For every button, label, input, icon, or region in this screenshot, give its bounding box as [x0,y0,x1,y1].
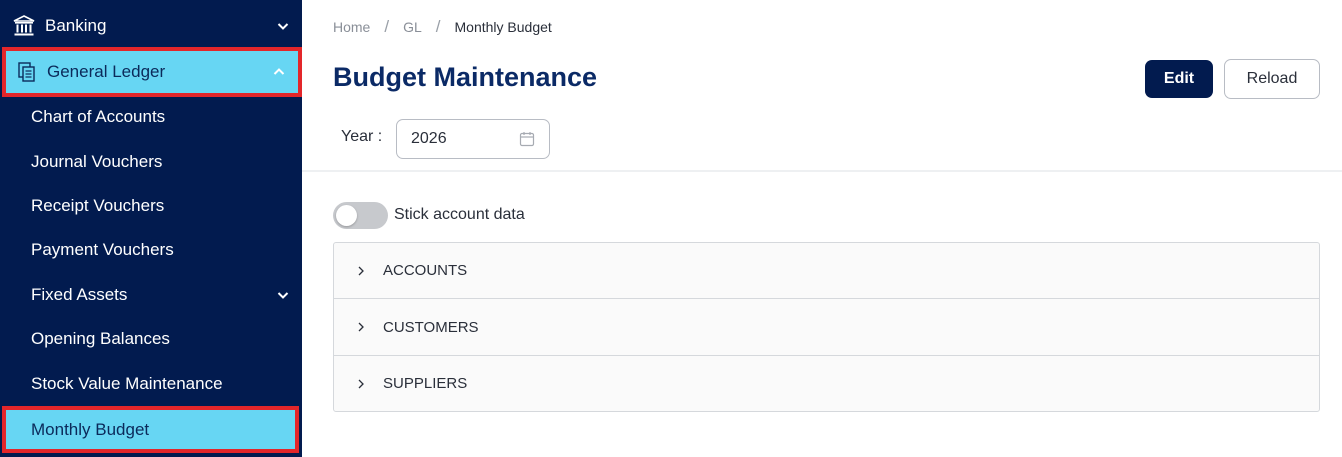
sidebar-item-label: Banking [45,16,107,35]
sidebar-item-label: Stock Value Maintenance [31,374,223,393]
stick-account-data-toggle[interactable] [333,202,388,229]
accordion-item-label: SUPPLIERS [383,375,468,392]
breadcrumb: Home / GL / Monthly Budget [333,17,552,37]
sidebar-item-fixed-assets[interactable]: Fixed Assets [0,273,302,317]
sidebar-item-label: Receipt Vouchers [31,196,165,215]
accordion: ACCOUNTS CUSTOMERS SUPPLIERS [333,242,1320,412]
sidebar-item-label: Fixed Assets [31,285,128,304]
page-title: Budget Maintenance [333,62,598,92]
year-value: 2026 [411,130,447,147]
chevron-down-icon[interactable] [276,19,290,33]
chevron-right-icon [358,379,364,388]
sidebar-item-label: Monthly Budget [31,419,150,439]
sidebar-item-general-ledger[interactable]: General Ledger [2,47,302,97]
sidebar-item-opening-balances[interactable]: Opening Balances [0,317,302,361]
chevron-right-icon [358,266,364,275]
chevron-right-icon [358,322,364,332]
sidebar-item-receipt-vouchers[interactable]: Receipt Vouchers [0,184,302,228]
ledger-icon [18,62,35,82]
accordion-item-label: CUSTOMERS [383,318,479,336]
sidebar-item-stock-value-maintenance[interactable]: Stock Value Maintenance [0,362,302,406]
accordion-item-label: ACCOUNTS [383,262,468,279]
sidebar-item-label: General Ledger [47,62,166,81]
sidebar-item-label: Journal Vouchers [31,152,163,171]
sidebar-item-label: Payment Vouchers [31,240,174,259]
toggle-knob [336,205,357,226]
breadcrumb-separator: / [384,17,390,36]
breadcrumb-current: Monthly Budget [454,19,552,35]
calendar-icon[interactable] [519,131,535,147]
accordion-item-accounts[interactable]: ACCOUNTS [334,243,1319,299]
accordion-item-suppliers[interactable]: SUPPLIERS [334,356,1319,411]
year-label: Year : [341,128,383,145]
section-divider [302,170,1342,172]
reload-button[interactable]: Reload [1224,59,1320,99]
sidebar-item-payment-vouchers[interactable]: Payment Vouchers [0,228,302,272]
sidebar-item-chart-of-accounts[interactable]: Chart of Accounts [0,95,302,139]
sidebar-item-banking[interactable]: Banking [0,4,302,48]
breadcrumb-gl[interactable]: GL [403,19,422,35]
sidebar-item-label: Chart of Accounts [31,107,166,126]
breadcrumb-separator: / [435,17,441,36]
bank-icon [13,15,35,36]
sidebar-item-journal-vouchers[interactable]: Journal Vouchers [0,140,302,184]
toggle-label: Stick account data [394,206,525,223]
year-picker-input[interactable]: 2026 [396,119,550,159]
breadcrumb-home[interactable]: Home [333,19,370,35]
sidebar-item-monthly-budget[interactable]: Monthly Budget [2,406,299,453]
chevron-down-icon[interactable] [276,288,290,302]
sidebar-item-label: Opening Balances [31,329,170,348]
sidebar: Banking General Ledger Chart of Accounts… [0,0,302,457]
chevron-up-icon[interactable] [272,65,286,79]
edit-button[interactable]: Edit [1145,60,1213,98]
accordion-item-customers[interactable]: CUSTOMERS [334,299,1319,356]
